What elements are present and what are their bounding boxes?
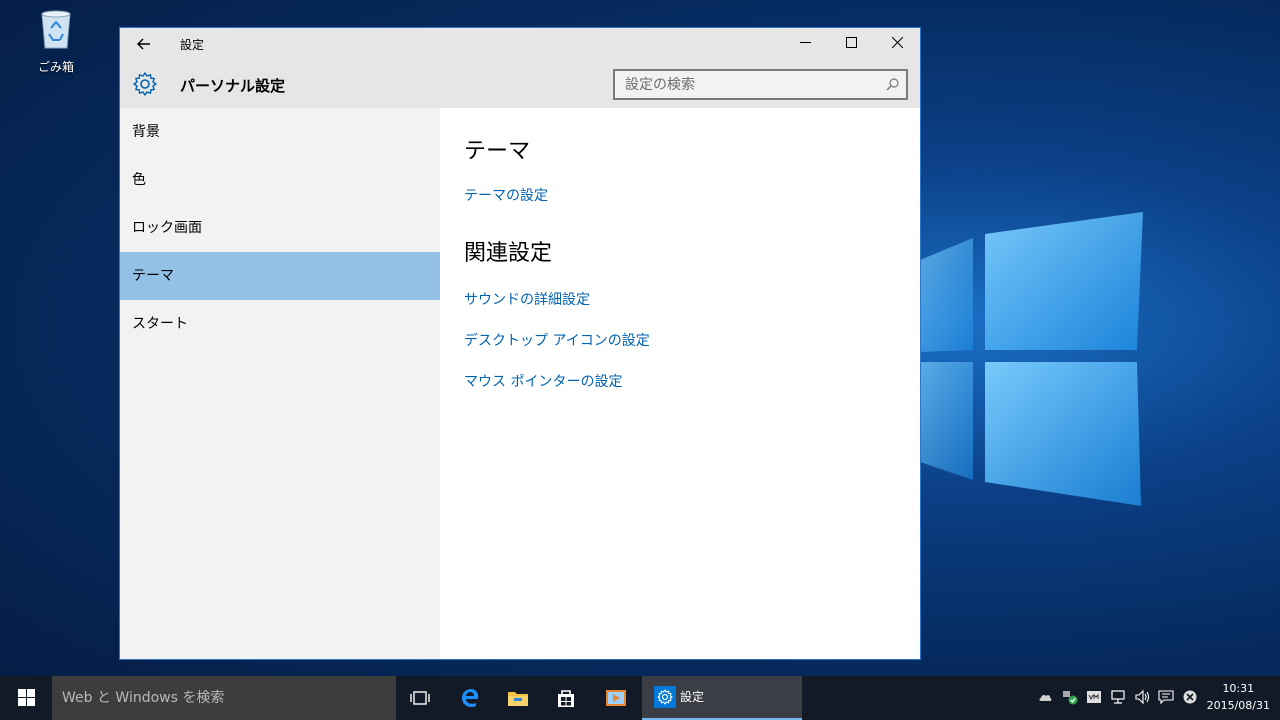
gear-icon [657, 689, 673, 705]
tray-network[interactable] [1106, 676, 1130, 720]
desktop-icon-settings-link[interactable]: デスクトップ アイコンの設定 [464, 330, 920, 350]
media-player-icon [606, 690, 626, 706]
back-button[interactable] [134, 34, 154, 54]
section-heading-related: 関連設定 [464, 241, 553, 266]
trash-icon [41, 10, 71, 49]
search-input[interactable] [615, 71, 865, 98]
back-arrow-icon [137, 38, 150, 50]
sidebar: 背景 色 ロック画面 テーマ スタート [120, 108, 440, 659]
tray-vm-tools[interactable] [1082, 676, 1106, 720]
taskbar-settings-app[interactable]: 設定 [642, 676, 802, 720]
tray-security[interactable] [1058, 676, 1082, 720]
windows-logo-icon [18, 689, 35, 706]
search-icon[interactable] [886, 78, 899, 91]
sidebar-item-themes[interactable]: テーマ [120, 252, 440, 300]
speaker-icon [1135, 689, 1150, 705]
edge-button[interactable] [446, 676, 494, 720]
cloud-icon [1039, 694, 1052, 701]
task-view-button[interactable] [396, 676, 444, 720]
mouse-pointer-settings-link[interactable]: マウス ポインターの設定 [464, 371, 920, 391]
tray-action-center[interactable] [1154, 676, 1178, 720]
taskbar-search-box[interactable]: Web と Windows を検索 [52, 676, 396, 720]
tray-volume[interactable] [1130, 676, 1154, 720]
sidebar-item-start[interactable]: スタート [120, 300, 440, 348]
minimize-button[interactable] [782, 28, 828, 58]
maximize-button[interactable] [828, 28, 874, 58]
network-icon [1111, 690, 1125, 704]
settings-header: パーソナル設定 [120, 60, 920, 108]
gear-icon [133, 72, 157, 96]
settings-window: 設定 パーソナル設定 背景 色 ロック画面 テーマ スタート [119, 27, 921, 660]
taskbar-settings-label: 設定 [680, 690, 705, 704]
clock-date: 2015/08/31 [1206, 699, 1270, 712]
theme-settings-link[interactable]: テーマの設定 [464, 185, 920, 205]
window-title: 設定 [180, 38, 205, 52]
recycle-bin-icon[interactable]: ごみ箱 [30, 6, 82, 75]
file-explorer-button[interactable] [494, 676, 542, 720]
windows-wallpaper-logo [920, 212, 1143, 506]
start-button[interactable] [0, 676, 52, 720]
sidebar-item-lock-screen[interactable]: ロック画面 [120, 204, 440, 252]
taskbar-clock[interactable]: 10:31 2015/08/31 [1207, 680, 1270, 714]
media-player-button[interactable] [592, 676, 640, 720]
store-icon [558, 690, 574, 707]
folder-icon [508, 692, 528, 706]
title-bar: 設定 [120, 28, 920, 60]
store-button[interactable] [542, 676, 590, 720]
maximize-icon [846, 37, 857, 48]
task-view-icon [410, 691, 430, 705]
recycle-bin-label: ごみ箱 [37, 60, 74, 74]
sidebar-item-background[interactable]: 背景 [120, 108, 440, 156]
settings-app-icon [654, 686, 676, 708]
close-icon [892, 37, 903, 48]
main-content: テーマ テーマの設定 関連設定 サウンドの詳細設定 デスクトップ アイコンの設定… [464, 108, 920, 659]
settings-search-box[interactable] [613, 69, 908, 100]
page-title: パーソナル設定 [180, 77, 286, 95]
tray-onedrive[interactable] [1034, 676, 1058, 720]
edge-icon [462, 689, 479, 708]
close-circle-icon [1183, 690, 1197, 704]
tray-close-badge[interactable] [1178, 676, 1202, 720]
shield-check-icon [1063, 691, 1078, 705]
close-button[interactable] [874, 28, 920, 58]
sidebar-item-colors[interactable]: 色 [120, 156, 440, 204]
minimize-icon [800, 42, 811, 43]
section-heading-themes: テーマ [464, 139, 531, 164]
clock-time: 10:31 [1222, 682, 1255, 695]
vm-icon [1087, 691, 1101, 703]
sound-settings-link[interactable]: サウンドの詳細設定 [464, 289, 920, 309]
taskbar: Web と Windows を検索 設定 10:31 2015/08/31 [0, 676, 1280, 720]
notification-icon [1158, 690, 1174, 705]
